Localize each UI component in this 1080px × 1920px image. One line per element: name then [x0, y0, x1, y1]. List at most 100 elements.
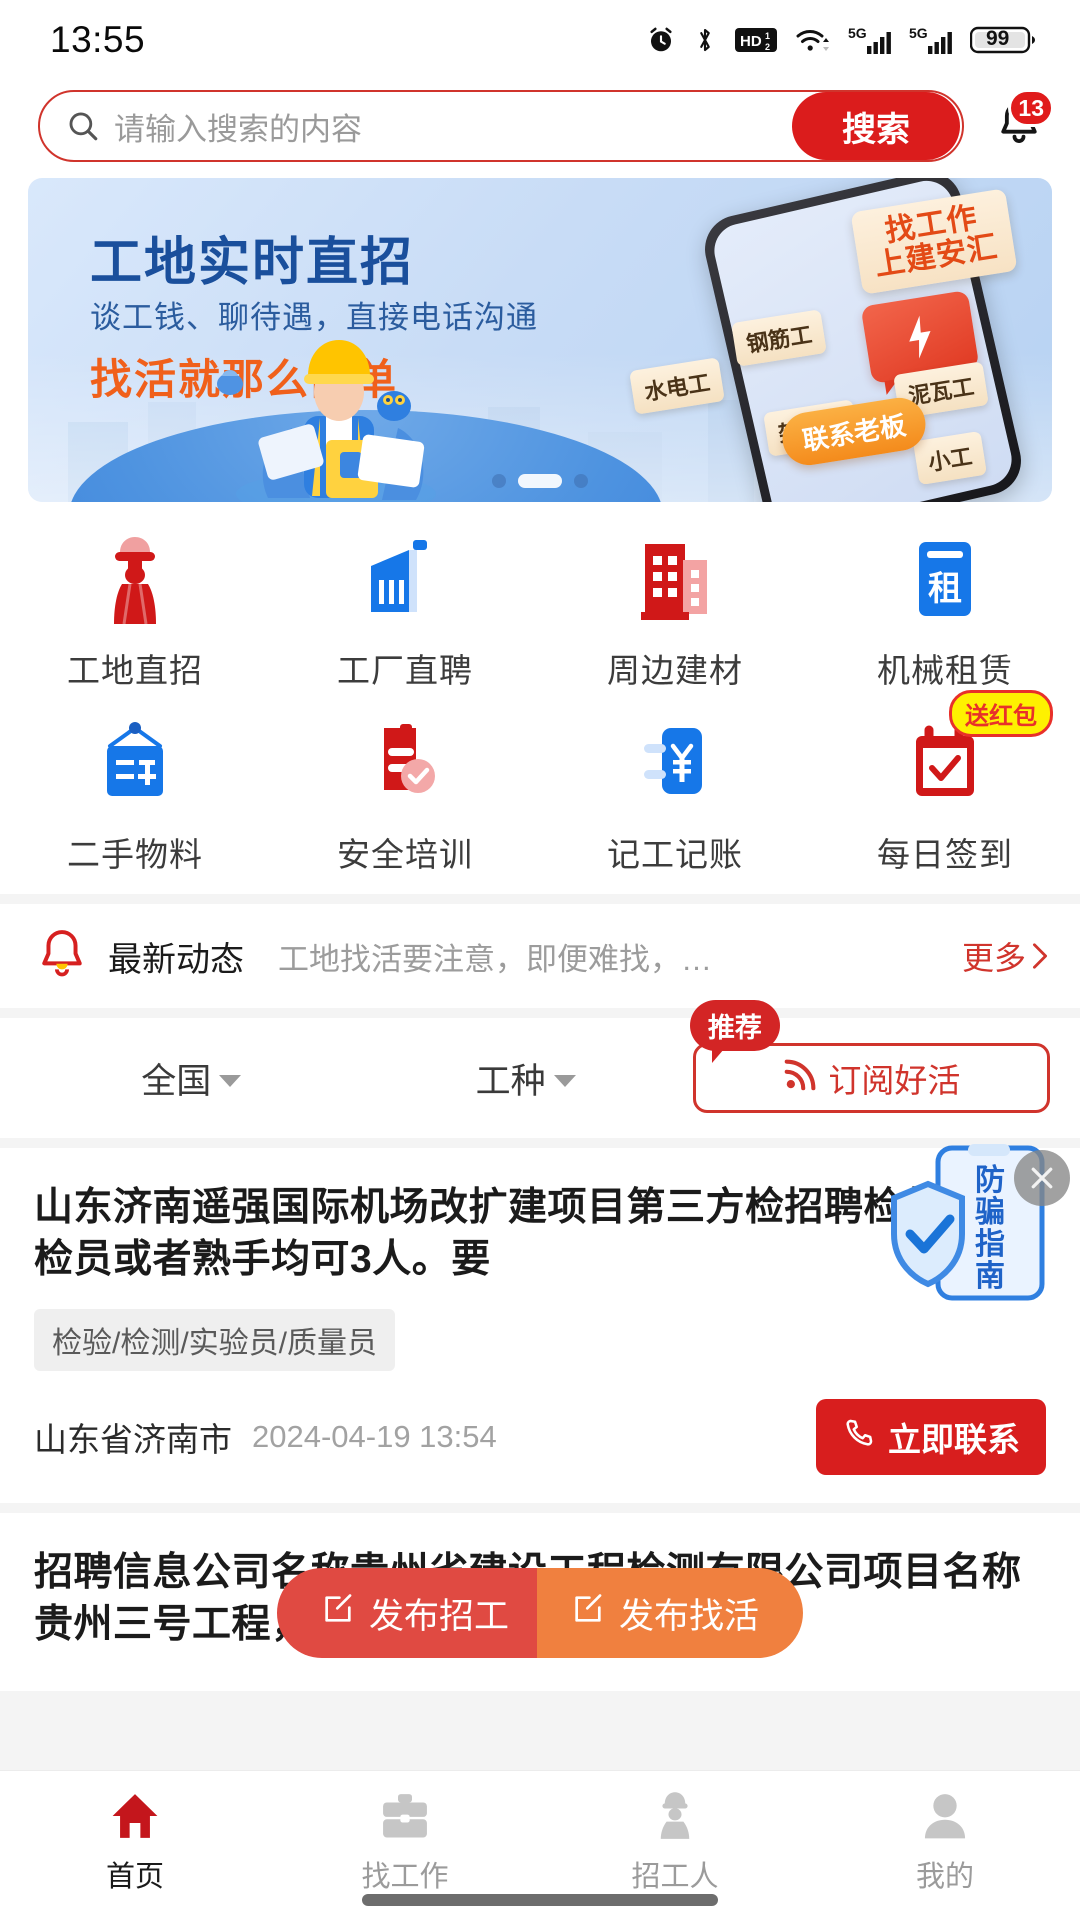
grid-item-safety-training[interactable]: 安全培训 — [270, 712, 540, 876]
svg-text:南: 南 — [975, 1260, 1005, 1293]
banner-title: 工地实时直招 — [90, 234, 415, 292]
bluetooth-icon — [693, 25, 717, 55]
search-input[interactable]: 请输入搜索的内容 搜索 — [38, 90, 964, 162]
svg-text:2: 2 — [765, 42, 770, 52]
publish-job-label: 发布招工 — [368, 1596, 509, 1636]
banner-dot-2-active[interactable] — [518, 474, 562, 488]
grid-item-label: 机械租赁 — [877, 652, 1013, 689]
svg-text:指: 指 — [975, 1228, 1005, 1261]
grid-item-label: 每日签到 — [877, 836, 1013, 873]
close-icon[interactable] — [1014, 1150, 1070, 1206]
compose-icon — [321, 1592, 355, 1635]
briefcase-icon — [374, 1785, 436, 1847]
chevron-down-icon — [553, 1075, 576, 1087]
tab-hire-worker[interactable]: 招工人 — [540, 1785, 810, 1895]
banner-dot-3[interactable] — [574, 474, 588, 488]
news-bell-icon — [34, 925, 90, 988]
grid-item-work-accounting[interactable]: 记工记账 — [540, 712, 810, 876]
grid-item-site-jobs[interactable]: 工地直招 — [0, 528, 270, 692]
hd-voice-icon: HD 1 2 — [734, 25, 778, 55]
home-indicator — [362, 1894, 718, 1906]
factory-icon — [353, 528, 457, 632]
banner-section: 工地实时直招 谈工钱、聊待遇，直接电话沟通 找活就那么简单 找工作 上建安汇 钢… — [0, 172, 1080, 502]
battery-level-text: 99 — [986, 27, 1010, 50]
grid-item-building-materials[interactable]: 周边建材 — [540, 528, 810, 692]
filter-job-type[interactable]: 工种 — [358, 1053, 692, 1104]
floating-publish-buttons: 发布招工 发布找活 — [276, 1568, 804, 1658]
news-content: 工地找活要注意，即便难找，… — [278, 941, 712, 977]
grid-item-secondhand[interactable]: 二手物料 — [0, 712, 270, 876]
svg-text:5G: 5G — [848, 25, 867, 41]
quick-entry-grid: 工地直招 工厂直聘 周边建材 租 机械租赁 二手物料 安全培训 记工记账 送红包… — [0, 502, 1080, 894]
svg-text:1: 1 — [765, 31, 770, 41]
construction-worker-illustration — [217, 340, 436, 502]
phone-icon — [842, 1416, 876, 1458]
red-packet-badge: 送红包 — [949, 690, 1053, 737]
building-materials-icon — [623, 528, 727, 632]
news-more-link[interactable]: 更多 — [962, 933, 1050, 979]
recommend-badge: 推荐 — [689, 1000, 780, 1063]
grid-item-label: 安全培训 — [337, 836, 473, 873]
status-bar: 13:55 HD 1 2 5G 5G 99 — [0, 0, 1080, 80]
grid-item-label: 二手物料 — [67, 836, 203, 873]
publish-seek-button[interactable]: 发布找活 — [537, 1568, 804, 1658]
news-ticker[interactable]: 最新动态 工地找活要注意，即便难找，… 更多 — [0, 904, 1080, 1008]
subscribe-label: 订阅好活 — [828, 1062, 961, 1099]
news-label: 最新动态 — [108, 940, 244, 979]
svg-text:防: 防 — [975, 1164, 1005, 1197]
svg-text:HD: HD — [740, 33, 762, 50]
grid-item-label: 工地直招 — [67, 652, 203, 689]
notification-bell-button[interactable]: 13 — [982, 89, 1056, 163]
banner-dot-1[interactable] — [492, 474, 506, 488]
tab-hire-worker-label: 招工人 — [631, 1861, 719, 1893]
secondhand-icon — [83, 712, 187, 816]
worker-icon — [644, 1785, 706, 1847]
promo-banner[interactable]: 工地实时直招 谈工钱、聊待遇，直接电话沟通 找活就那么简单 找工作 上建安汇 钢… — [28, 178, 1052, 502]
grid-item-machine-rental[interactable]: 租 机械租赁 — [810, 528, 1080, 692]
news-more-label: 更多 — [961, 940, 1026, 976]
svg-text:租: 租 — [928, 570, 962, 608]
alarm-icon — [646, 25, 676, 55]
home-icon — [104, 1785, 166, 1847]
battery-icon: 99 — [970, 24, 1036, 56]
app-screen: 13:55 HD 1 2 5G 5G 99 请输入搜索的内容 搜索 13 工地实… — [0, 0, 1080, 1920]
svg-text:骗: 骗 — [975, 1195, 1005, 1229]
publish-job-button[interactable]: 发布招工 — [276, 1568, 543, 1658]
rent-machine-icon: 租 — [893, 528, 997, 632]
filter-bar: 全国 工种 推荐 订阅好活 — [0, 1000, 1080, 1138]
subscribe-good-jobs-button[interactable]: 推荐 订阅好活 — [689, 1000, 1050, 1113]
job-time: 2024-04-19 13:54 — [252, 1418, 497, 1454]
search-button[interactable]: 搜索 — [792, 92, 960, 160]
tab-home-label: 首页 — [105, 1861, 164, 1893]
grid-item-label: 记工记账 — [607, 836, 743, 873]
svg-text:5G: 5G — [909, 25, 928, 41]
bottom-tab-bar: 首页 找工作 招工人 我的 — [0, 1770, 1080, 1920]
compose-icon — [571, 1592, 605, 1635]
work-accounting-icon — [623, 712, 727, 816]
5g-signal-icon-2: 5G — [909, 24, 953, 56]
job-card[interactable]: 防 骗 指 南 山东济南遥强国际机场改扩建项目第三方检招聘检师或者检员或者熟手均… — [0, 1144, 1080, 1503]
status-bar-clock: 13:55 — [50, 19, 146, 60]
tab-home[interactable]: 首页 — [0, 1785, 270, 1895]
grid-item-label: 周边建材 — [607, 652, 743, 689]
search-header: 请输入搜索的内容 搜索 13 — [0, 80, 1080, 172]
worker-helmet-icon — [83, 528, 187, 632]
wifi-icon — [795, 25, 831, 55]
chevron-down-icon — [219, 1075, 242, 1087]
filter-region-label: 全国 — [141, 1061, 212, 1101]
search-icon — [66, 109, 100, 143]
job-meta-row: 山东省济南市 2024-04-19 13:54 立即联系 — [34, 1398, 1046, 1475]
tab-find-job[interactable]: 找工作 — [270, 1785, 540, 1895]
safety-training-icon — [353, 712, 457, 816]
tab-mine[interactable]: 我的 — [810, 1785, 1080, 1895]
grid-item-factory-jobs[interactable]: 工厂直聘 — [270, 528, 540, 692]
job-location: 山东省济南市 — [34, 1420, 232, 1458]
contact-now-button[interactable]: 立即联系 — [816, 1398, 1046, 1475]
person-icon — [914, 1785, 976, 1847]
job-tag: 检验/检测/实验员/质量员 — [34, 1308, 396, 1371]
filter-region[interactable]: 全国 — [24, 1053, 358, 1104]
banner-pagination-dots[interactable] — [492, 474, 588, 488]
filter-job-type-label: 工种 — [475, 1061, 546, 1101]
grid-item-daily-checkin[interactable]: 送红包 每日签到 — [810, 690, 1080, 876]
search-placeholder: 请输入搜索的内容 — [114, 111, 362, 147]
